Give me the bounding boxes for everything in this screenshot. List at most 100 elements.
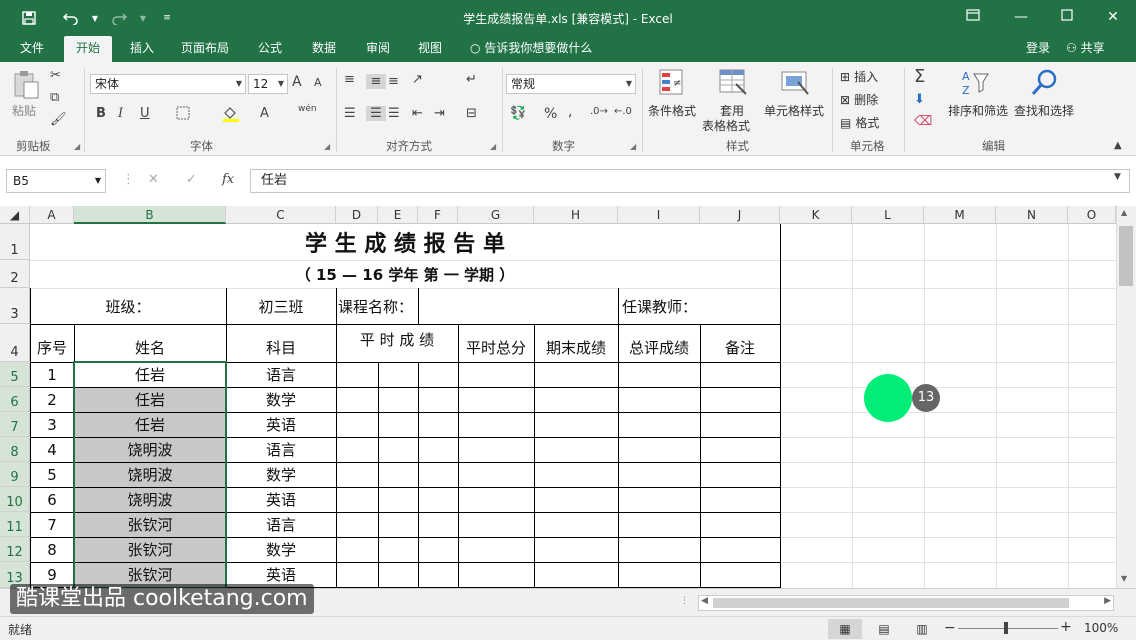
tab-file[interactable]: 文件 (10, 36, 54, 62)
row-header[interactable]: 2 (0, 260, 30, 288)
header-no[interactable]: 序号 (30, 324, 74, 362)
header-name[interactable]: 姓名 (74, 324, 226, 362)
row-header[interactable]: 9 (0, 462, 30, 487)
tab-formulas[interactable]: 公式 (248, 36, 292, 62)
cell-no[interactable]: 5 (30, 462, 74, 487)
zoom-slider-thumb[interactable] (1004, 622, 1008, 634)
bold-button[interactable]: B (96, 106, 106, 121)
font-launcher-icon[interactable]: ◢ (324, 142, 330, 151)
merge-center-icon[interactable]: ⊟ (466, 106, 477, 121)
align-bottom-icon[interactable]: ≡ (388, 74, 399, 89)
zoom-in-button[interactable]: + (1060, 619, 1072, 635)
percent-button[interactable]: % (544, 106, 557, 122)
row-header[interactable]: 3 (0, 288, 30, 324)
horizontal-scroll-thumb[interactable] (713, 598, 1069, 608)
column-header[interactable]: A (30, 206, 74, 224)
scroll-up-icon[interactable]: ▲ (1121, 208, 1127, 217)
cell-subject[interactable]: 数学 (226, 537, 336, 562)
row-header[interactable]: 11 (0, 512, 30, 537)
cell-name[interactable]: 任岩 (74, 362, 226, 387)
fill-icon[interactable]: ⬇ (914, 92, 925, 107)
grow-font-icon[interactable]: A (292, 74, 302, 90)
cell-styles-icon[interactable] (780, 68, 810, 98)
worksheet[interactable]: ◢ A B C D E F G H I J K L M N O 1 2 3 4 … (0, 206, 1136, 588)
cancel-icon[interactable]: ✕ (148, 172, 159, 187)
cell-subject[interactable]: 英语 (226, 487, 336, 512)
cut-icon[interactable]: ✂ (50, 68, 61, 83)
conditional-format-icon[interactable]: ≠ (658, 68, 688, 98)
row-header[interactable]: 4 (0, 324, 30, 362)
cell-no[interactable]: 8 (30, 537, 74, 562)
italic-button[interactable]: I (118, 106, 123, 121)
column-header[interactable]: H (534, 206, 618, 224)
sort-filter-icon[interactable]: AZ (960, 68, 990, 98)
header-regular-total[interactable]: 平时总分 (458, 324, 534, 362)
number-launcher-icon[interactable]: ◢ (630, 142, 636, 151)
font-name-combo[interactable]: 宋体 ▼ (90, 74, 246, 94)
column-header[interactable]: L (852, 206, 924, 224)
expand-formula-bar-icon[interactable]: ▼ (1114, 172, 1121, 182)
header-remarks[interactable]: 备注 (700, 324, 780, 362)
copy-icon[interactable]: ⧉ (50, 90, 59, 105)
teacher-label[interactable]: 任课教师： (618, 288, 780, 324)
paste-label[interactable]: 粘贴 (12, 102, 36, 119)
cell-subject[interactable]: 数学 (226, 462, 336, 487)
cell-name[interactable]: 张钦河 (74, 512, 226, 537)
insert-function-icon[interactable]: fx (222, 172, 234, 187)
cell-styles-button[interactable]: 单元格样式 (764, 102, 824, 119)
cell-subject[interactable]: 语言 (226, 437, 336, 462)
autosum-icon[interactable]: Σ (914, 66, 925, 87)
align-top-icon[interactable]: ≡ (344, 72, 355, 87)
align-right-icon[interactable]: ☰ (388, 106, 400, 121)
row-header[interactable]: 6 (0, 387, 30, 412)
page-break-view-icon[interactable]: ▥ (912, 619, 932, 639)
format-cells-button[interactable]: ▤ 格式 (840, 114, 879, 131)
delete-cells-button[interactable]: ⊠ 删除 (840, 91, 878, 108)
column-header[interactable]: K (780, 206, 852, 224)
align-middle-icon[interactable]: ≡ (366, 74, 386, 89)
share-button[interactable]: ⚇ 共享 (1066, 36, 1105, 62)
course-label[interactable]: 课程名称： (336, 288, 418, 324)
report-subtitle[interactable]: （ 15 — 16 学年 第 一 学期 ） (30, 260, 780, 288)
column-header[interactable]: B (74, 206, 226, 224)
column-header[interactable]: C (226, 206, 336, 224)
scroll-left-icon[interactable]: ◀ (701, 596, 708, 606)
orientation-icon[interactable]: ↗ (412, 72, 423, 87)
header-final-score[interactable]: 期末成绩 (534, 324, 618, 362)
row-header[interactable]: 5 (0, 362, 30, 387)
wrap-text-icon[interactable]: ↵ (466, 72, 477, 87)
horizontal-scrollbar[interactable]: ◀ ▶ (698, 595, 1114, 611)
normal-view-icon[interactable]: ▦ (828, 619, 862, 639)
row-header[interactable]: 1 (0, 224, 30, 260)
vertical-scroll-thumb[interactable] (1119, 226, 1133, 286)
accounting-format-icon[interactable]: 💱 (510, 106, 526, 121)
column-header[interactable]: M (924, 206, 996, 224)
zoom-level[interactable]: 100% (1084, 621, 1118, 635)
cell-name[interactable]: 任岩 (74, 412, 226, 437)
column-header[interactable]: G (458, 206, 534, 224)
column-header[interactable]: E (378, 206, 418, 224)
cell-name[interactable]: 饶明波 (74, 462, 226, 487)
column-header[interactable]: O (1068, 206, 1116, 224)
close-icon[interactable]: ✕ (1098, 6, 1128, 28)
header-subject[interactable]: 科目 (226, 324, 336, 362)
zoom-out-button[interactable]: − (944, 620, 956, 636)
header-regular-scores[interactable]: 平 时 成 绩 (336, 324, 458, 362)
cell-no[interactable]: 7 (30, 512, 74, 537)
sort-filter-button[interactable]: 排序和筛选 (948, 102, 1008, 119)
cell-no[interactable]: 4 (30, 437, 74, 462)
tab-review[interactable]: 审阅 (356, 36, 400, 62)
conditional-format-button[interactable]: 条件格式 (648, 102, 696, 119)
fill-color-icon[interactable] (222, 106, 240, 126)
login-link[interactable]: 登录 (1026, 36, 1050, 62)
decrease-decimal-icon[interactable]: ←.0 (614, 106, 632, 117)
cell-name[interactable]: 任岩 (74, 387, 226, 412)
class-value[interactable]: 初三班 (226, 288, 336, 324)
tab-home[interactable]: 开始 (64, 36, 112, 62)
cell-subject[interactable]: 语言 (226, 362, 336, 387)
tell-me-box[interactable]: ○ 告诉我你想要做什么 (470, 36, 592, 62)
borders-icon[interactable] (176, 106, 190, 124)
vertical-scrollbar[interactable]: ▲ ▼ (1116, 206, 1136, 588)
enter-icon[interactable]: ✓ (186, 172, 197, 187)
format-as-table-line2[interactable]: 表格格式 (702, 117, 750, 134)
